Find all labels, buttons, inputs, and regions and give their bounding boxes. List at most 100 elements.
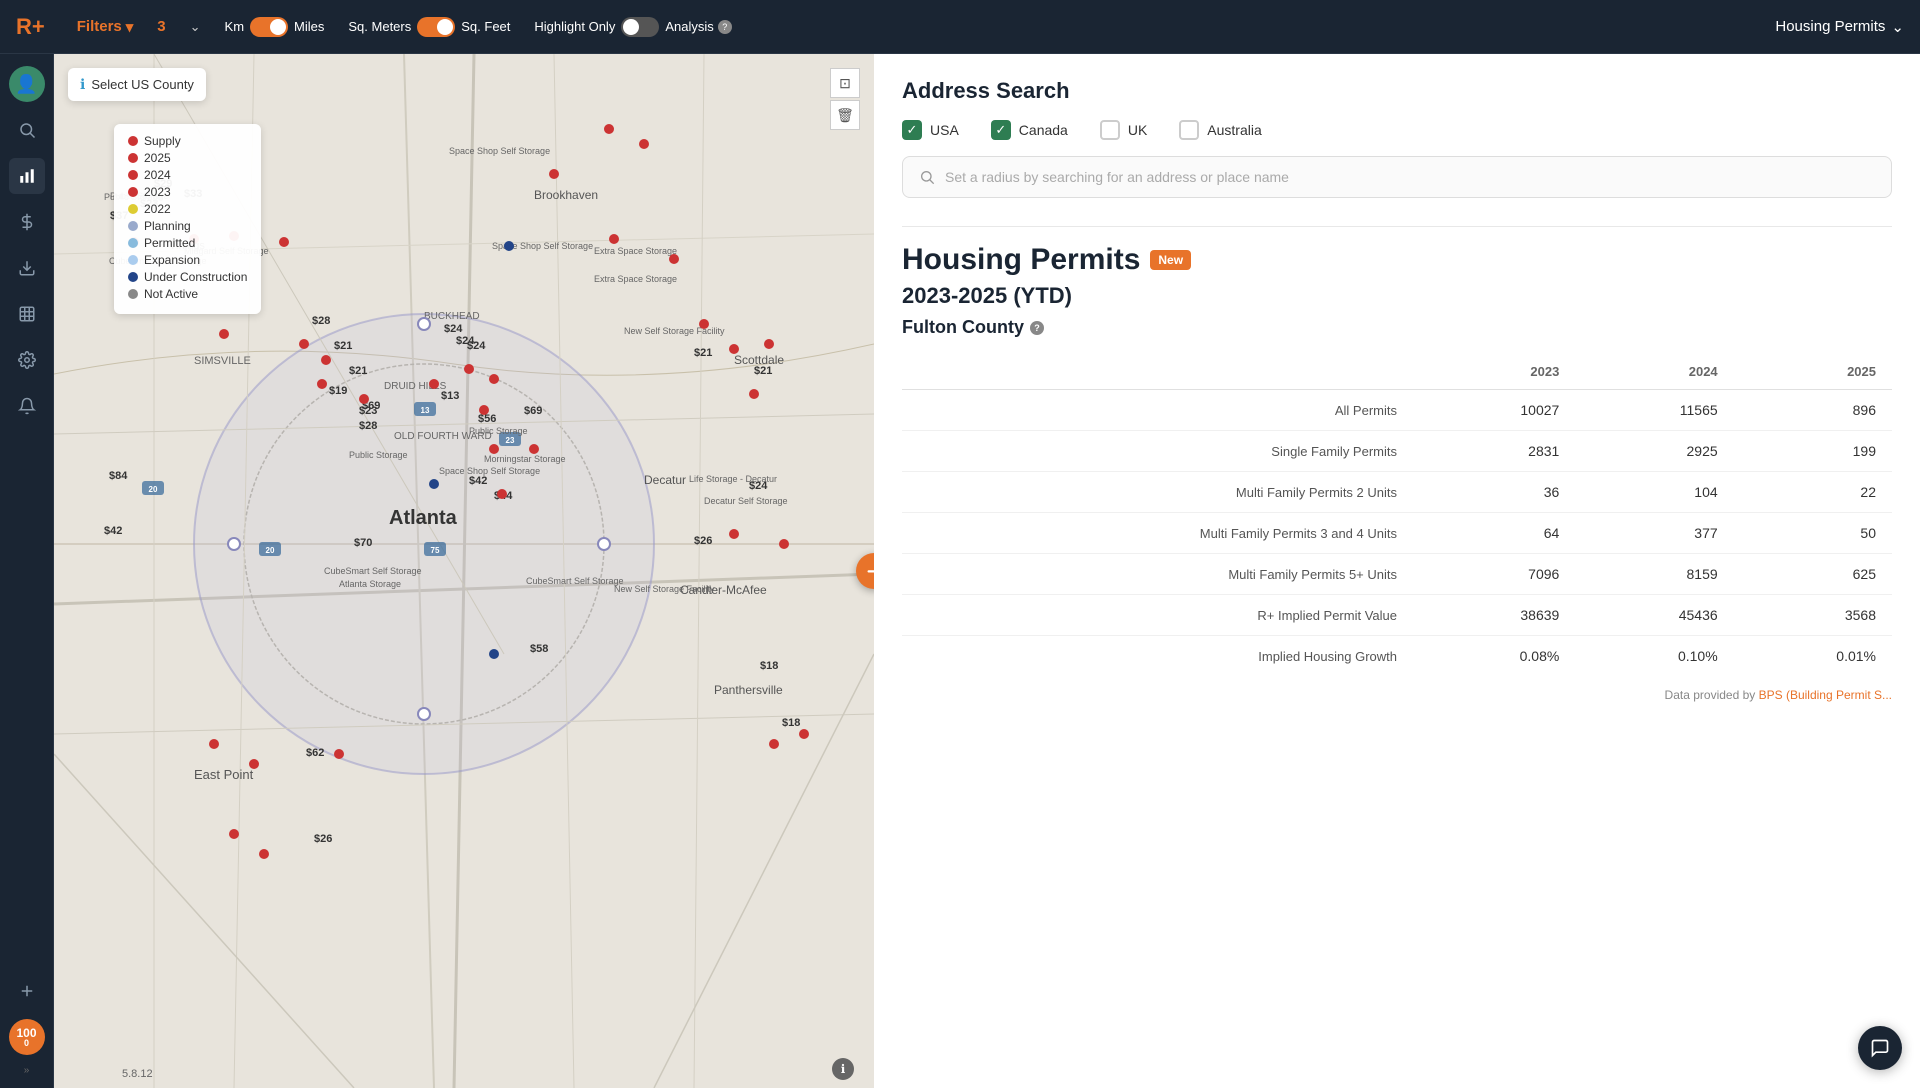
sidebar-item-table[interactable]: [9, 296, 45, 332]
cell-2023: 0.08%: [1417, 636, 1575, 677]
data-source: Data provided by BPS (Building Permit S.…: [902, 688, 1892, 702]
permits-title: Housing Permits: [902, 243, 1140, 277]
address-search-input-wrap[interactable]: Set a radius by searching for an address…: [902, 156, 1892, 198]
svg-text:Decatur Self Storage: Decatur Self Storage: [704, 496, 788, 506]
select-county-button[interactable]: ℹ Select US County: [68, 68, 206, 101]
sidebar-item-bell[interactable]: [9, 388, 45, 424]
usa-checkbox[interactable]: ✓: [902, 120, 922, 140]
highlight-only-label: Highlight Only: [534, 19, 615, 34]
cell-2023: 2831: [1417, 431, 1575, 472]
svg-text:20: 20: [266, 546, 275, 555]
svg-text:$28: $28: [312, 315, 330, 327]
svg-text:23: 23: [506, 436, 515, 445]
data-source-link[interactable]: BPS (Building Permit S...: [1759, 688, 1892, 702]
country-check-usa[interactable]: ✓ USA: [902, 120, 959, 140]
address-search-placeholder: Set a radius by searching for an address…: [945, 169, 1289, 185]
canada-checkbox[interactable]: ✓: [991, 120, 1011, 140]
svg-text:New Self Storage Facility: New Self Storage Facility: [624, 326, 725, 336]
svg-text:$21: $21: [334, 340, 352, 352]
svg-text:$24: $24: [444, 323, 463, 335]
svg-text:East Point: East Point: [194, 767, 254, 782]
logo: R+: [16, 14, 45, 40]
map-rectangle-tool[interactable]: ⊡: [830, 68, 860, 98]
svg-text:$58: $58: [530, 643, 548, 655]
filters-button[interactable]: Filters ▾: [77, 18, 134, 36]
cell-2024: 104: [1575, 472, 1733, 513]
svg-text:Panthersville: Panthersville: [714, 683, 783, 697]
row-label: Multi Family Permits 3 and 4 Units: [902, 513, 1417, 554]
svg-text:$26: $26: [314, 833, 332, 845]
sqm-sqft-toggle[interactable]: [417, 17, 455, 37]
row-label: R+ Implied Permit Value: [902, 595, 1417, 636]
filter-count-chevron[interactable]: ⌄: [190, 19, 201, 35]
map-delete-tool[interactable]: 🗑: [830, 100, 860, 130]
table-row: All Permits1002711565896: [902, 390, 1892, 431]
cell-2025: 0.01%: [1734, 636, 1892, 677]
highlight-only-group: Highlight Only Analysis ?: [534, 17, 731, 37]
table-row: Multi Family Permits 5+ Units70968159625: [902, 554, 1892, 595]
sidebar-avatar[interactable]: 👤: [9, 66, 45, 102]
australia-checkbox[interactable]: [1179, 120, 1199, 140]
sidebar-item-dollar[interactable]: [9, 204, 45, 240]
svg-text:SIMSVILLE: SIMSVILLE: [194, 355, 251, 367]
svg-text:$42: $42: [104, 525, 122, 537]
table-row: Single Family Permits28312925199: [902, 431, 1892, 472]
svg-text:$56: $56: [478, 413, 496, 425]
svg-text:Public Storage: Public Storage: [349, 450, 408, 460]
sidebar-item-download[interactable]: [9, 250, 45, 286]
county-info-icon[interactable]: ?: [1030, 321, 1044, 335]
sq-feet-label: Sq. Feet: [461, 19, 510, 34]
col-header-2023: 2023: [1417, 354, 1575, 390]
svg-text:Public Storage: Public Storage: [469, 426, 528, 436]
km-miles-toggle-group: Km Miles: [225, 17, 325, 37]
section-divider: [902, 226, 1892, 227]
table-row: R+ Implied Permit Value38639454363568: [902, 595, 1892, 636]
cell-2023: 38639: [1417, 595, 1575, 636]
svg-text:$28: $28: [359, 420, 377, 432]
row-label: Implied Housing Growth: [902, 636, 1417, 677]
map-info-button[interactable]: ℹ: [832, 1058, 854, 1080]
table-header-row: 2023 2024 2025: [902, 354, 1892, 390]
km-miles-toggle[interactable]: [250, 17, 288, 37]
svg-text:$26: $26: [694, 535, 712, 547]
permits-county: Fulton County ?: [902, 317, 1892, 338]
table-row: Multi Family Permits 3 and 4 Units643775…: [902, 513, 1892, 554]
svg-text:$19: $19: [329, 385, 347, 397]
svg-text:Atlanta: Atlanta: [389, 507, 458, 529]
svg-text:New Self Storage Facility: New Self Storage Facility: [614, 584, 715, 594]
highlight-only-toggle[interactable]: [621, 17, 659, 37]
svg-text:Brookhaven: Brookhaven: [534, 188, 598, 202]
score-sub: 0: [24, 1039, 29, 1048]
search-icon: [919, 169, 935, 185]
sidebar-expand-arrows[interactable]: »: [24, 1065, 30, 1076]
map-area[interactable]: 20 20 75 13 23 Atlanta Brookhaven Scottd…: [54, 54, 874, 1088]
analysis-label: Analysis ?: [665, 19, 731, 34]
map-controls: ⊡ 🗑: [830, 68, 860, 130]
new-badge: New: [1150, 250, 1191, 270]
country-check-australia[interactable]: Australia: [1179, 120, 1261, 140]
housing-permits-dropdown[interactable]: Housing Permits ⌄: [1775, 18, 1904, 36]
sidebar-item-plus[interactable]: [9, 973, 45, 1009]
filter-count: 3: [157, 18, 165, 35]
svg-text:$21: $21: [694, 347, 712, 359]
country-check-uk[interactable]: UK: [1100, 120, 1147, 140]
uk-checkbox[interactable]: [1100, 120, 1120, 140]
chat-bubble[interactable]: [1858, 1026, 1902, 1070]
svg-text:Extra Space Storage: Extra Space Storage: [594, 246, 677, 256]
svg-text:$42: $42: [469, 475, 487, 487]
cell-2024: 45436: [1575, 595, 1733, 636]
sidebar-item-search[interactable]: [9, 112, 45, 148]
country-check-canada[interactable]: ✓ Canada: [991, 120, 1068, 140]
svg-text:Life Storage - Decatur: Life Storage - Decatur: [689, 474, 777, 484]
svg-text:Atlanta Storage: Atlanta Storage: [339, 579, 401, 589]
country-checkboxes: ✓ USA ✓ Canada UK Australia: [902, 120, 1892, 140]
miles-label: Miles: [294, 19, 324, 34]
svg-text:$70: $70: [354, 537, 372, 549]
housing-permits-section: Housing Permits New 2023-2025 (YTD) Fult…: [902, 243, 1892, 702]
analysis-info-icon[interactable]: ?: [718, 20, 732, 34]
sidebar-item-chart[interactable]: [9, 158, 45, 194]
sidebar-item-settings[interactable]: [9, 342, 45, 378]
toggle-knob: [270, 19, 286, 35]
svg-text:Extra Space Storage: Extra Space Storage: [594, 274, 677, 284]
table-row: Implied Housing Growth0.08%0.10%0.01%: [902, 636, 1892, 677]
